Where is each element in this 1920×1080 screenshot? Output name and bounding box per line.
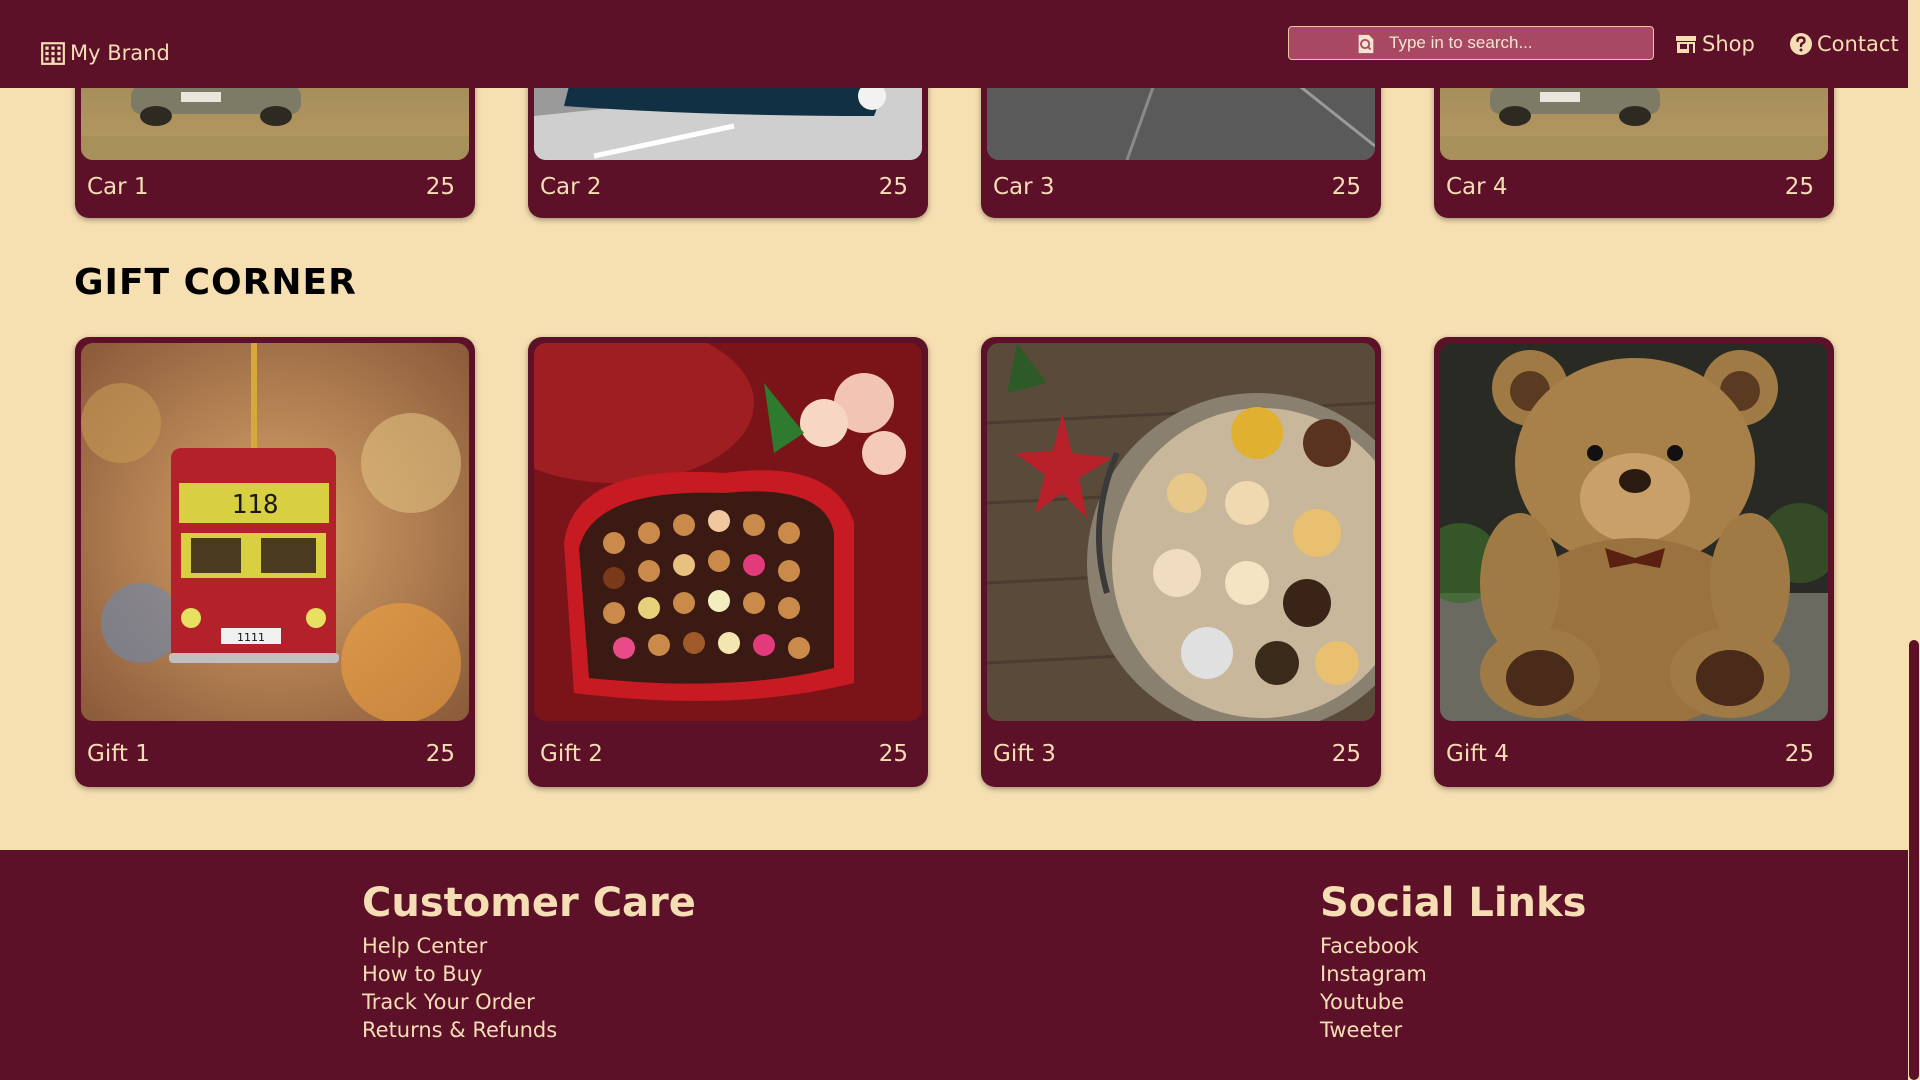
search-icon[interactable] — [1355, 33, 1377, 55]
brand-name: My Brand — [70, 41, 170, 65]
gift-3-name: Gift 3 — [993, 741, 1056, 767]
social-links-list: Facebook Instagram Youtube Tweeter — [1320, 932, 1427, 1044]
product-card-gift-1[interactable]: 118 1111 Gift 1 25 — [75, 337, 475, 787]
nav-shop-link[interactable]: Shop — [1674, 28, 1755, 60]
footer: Customer Care Help Center How to Buy Tra… — [0, 850, 1920, 1080]
gift-1-name: Gift 1 — [87, 741, 150, 767]
nav-shop-label: Shop — [1702, 32, 1755, 56]
svg-text:1111: 1111 — [237, 631, 265, 644]
footer-link-tweeter[interactable]: Tweeter — [1320, 1016, 1427, 1044]
page: Car 1 25 Car 2 25 Car 3 25 Car 4 25 GIFT… — [0, 0, 1920, 1080]
brand-link[interactable]: My Brand — [40, 38, 170, 68]
car-2-price: 25 — [878, 174, 908, 200]
footer-link-facebook[interactable]: Facebook — [1320, 932, 1427, 960]
car-1-name: Car 1 — [87, 174, 149, 200]
gift-2-price: 25 — [878, 741, 908, 767]
navbar: My Brand Shop Co — [0, 0, 1908, 88]
gift-1-image: 118 1111 — [81, 343, 469, 721]
car-3-name: Car 3 — [993, 174, 1055, 200]
search-input[interactable] — [1389, 31, 1639, 55]
footer-link-instagram[interactable]: Instagram — [1320, 960, 1427, 988]
product-card-gift-4[interactable]: Gift 4 25 — [1434, 337, 1834, 787]
scrollbar-track[interactable] — [1908, 0, 1920, 1080]
gift-2-name: Gift 2 — [540, 741, 603, 767]
car-3-price: 25 — [1331, 174, 1361, 200]
gift-4-price: 25 — [1784, 741, 1814, 767]
product-card-gift-2[interactable]: Gift 2 25 — [528, 337, 928, 787]
gift-2-image — [534, 343, 922, 721]
social-links-heading: Social Links — [1320, 880, 1587, 926]
gift-3-price: 25 — [1331, 741, 1361, 767]
car-4-price: 25 — [1784, 174, 1814, 200]
scrollbar-thumb[interactable] — [1909, 640, 1919, 1080]
gift-4-image — [1440, 343, 1828, 721]
footer-link-how-to-buy[interactable]: How to Buy — [362, 960, 557, 988]
gift-4-name: Gift 4 — [1446, 741, 1509, 767]
building-icon — [41, 42, 65, 65]
nav-contact-label: Contact — [1817, 32, 1899, 56]
gift-1-price: 25 — [425, 741, 455, 767]
footer-link-help-center[interactable]: Help Center — [362, 932, 557, 960]
gift-3-image — [987, 343, 1375, 721]
footer-link-track-order[interactable]: Track Your Order — [362, 988, 557, 1016]
product-card-gift-3[interactable]: Gift 3 25 — [981, 337, 1381, 787]
gift-corner-title: GIFT CORNER — [74, 262, 357, 303]
footer-link-youtube[interactable]: Youtube — [1320, 988, 1427, 1016]
footer-link-returns-refunds[interactable]: Returns & Refunds — [362, 1016, 557, 1044]
car-2-name: Car 2 — [540, 174, 602, 200]
store-icon — [1676, 36, 1696, 53]
customer-care-links: Help Center How to Buy Track Your Order … — [362, 932, 557, 1044]
car-1-price: 25 — [425, 174, 455, 200]
nav-contact-link[interactable]: Contact — [1789, 28, 1899, 60]
svg-text:118: 118 — [232, 490, 279, 520]
question-circle-icon — [1790, 33, 1812, 55]
customer-care-heading: Customer Care — [362, 880, 696, 926]
car-4-name: Car 4 — [1446, 174, 1508, 200]
search-bar[interactable] — [1288, 26, 1654, 60]
